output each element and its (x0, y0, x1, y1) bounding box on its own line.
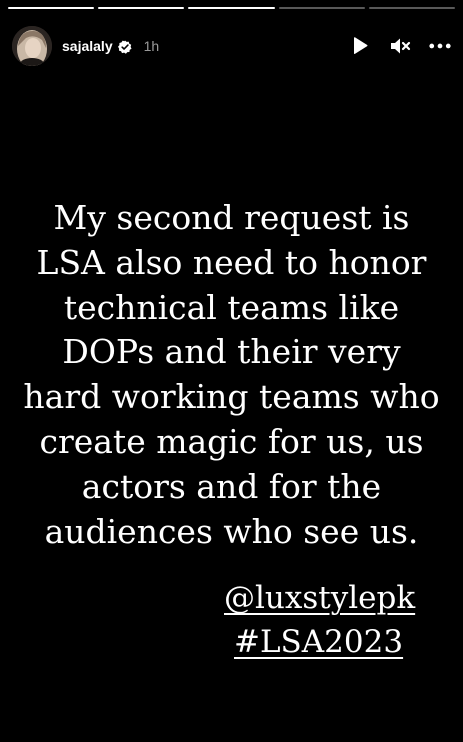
story-header: sajalaly 1h (12, 24, 453, 68)
more-dots-icon[interactable] (429, 35, 451, 57)
post-time: 1h (143, 38, 160, 54)
story-viewer[interactable]: sajalaly 1h My second request is LSA als… (0, 0, 463, 742)
story-text-line: actors and for the (81, 466, 382, 506)
story-text-line: hard working teams who (23, 377, 440, 417)
story-text: My second request is LSA also need to ho… (0, 196, 463, 554)
avatar[interactable] (12, 26, 52, 66)
hashtag-link[interactable]: #LSA2023 (234, 620, 415, 664)
story-text-line: My second request is (53, 198, 410, 237)
story-text-line: audiences who see us. (44, 511, 419, 551)
verified-badge-icon (117, 39, 132, 54)
play-icon[interactable] (349, 35, 371, 57)
story-text-line: DOPs and their very (62, 332, 401, 372)
username[interactable]: sajalaly (62, 38, 113, 54)
story-controls (349, 35, 453, 57)
story-text-line: technical teams like (63, 287, 400, 327)
progress-segment (188, 7, 275, 9)
progress-segment (278, 7, 365, 9)
story-text-line: LSA also need to honor (36, 242, 427, 282)
story-text-line: create magic for us, us (39, 421, 424, 461)
muted-speaker-icon[interactable] (389, 35, 411, 57)
mention-link[interactable]: @luxstylepk (224, 576, 415, 620)
story-progress-bar (8, 7, 456, 10)
progress-segment (368, 7, 456, 9)
story-tags: @luxstylepk #LSA2023 (224, 576, 415, 664)
progress-segment (98, 7, 185, 9)
progress-segment (8, 7, 95, 9)
